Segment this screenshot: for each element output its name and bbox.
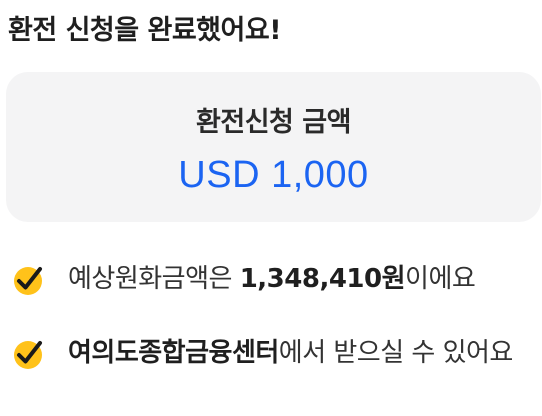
- estimated-krw-amount: 1,348,410원: [239, 264, 406, 294]
- exchange-amount-card: 환전신청 금액 USD 1,000: [6, 72, 541, 222]
- info-item-pickup-branch: 여의도종합금융센터에서 받으실 수 있어요: [8, 330, 536, 416]
- page-title: 환전 신청을 완료했어요!: [8, 15, 282, 46]
- exchange-amount-value: USD 1,000: [178, 154, 369, 196]
- check-icon: [14, 267, 42, 295]
- exchange-amount-label: 환전신청 금액: [196, 107, 351, 138]
- info-text-suffix: 이에요: [405, 264, 476, 294]
- info-text: 여의도종합금융센터에서 받으실 수 있어요: [68, 330, 523, 376]
- info-item-estimated-krw: 예상원화금액은 1,348,410원이에요: [8, 256, 536, 306]
- info-text: 예상원화금액은 1,348,410원이에요: [68, 256, 536, 302]
- check-icon: [14, 341, 42, 369]
- info-text-prefix: 예상원화금액은: [68, 264, 240, 294]
- pickup-branch-name: 여의도종합금융센터: [68, 338, 279, 368]
- info-text-suffix: 에서 받으실 수 있어요: [278, 338, 514, 368]
